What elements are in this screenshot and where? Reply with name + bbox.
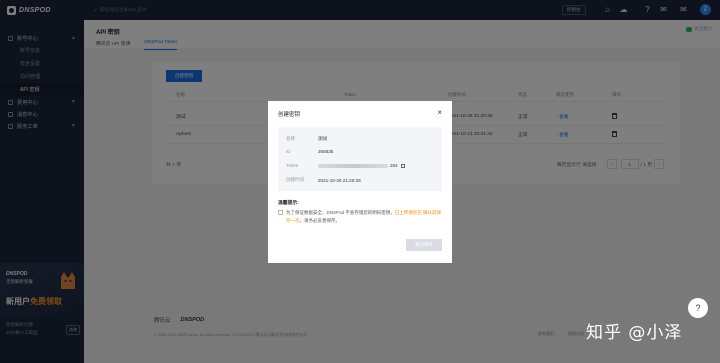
close-icon[interactable]: × <box>437 108 442 117</box>
warning-title: 温馨提示: <box>278 201 299 206</box>
confirm-saved-button[interactable]: 我已保存 <box>406 239 442 251</box>
confirm-checkbox[interactable] <box>278 210 283 215</box>
create-key-dialog: 创建密钥 × 名称 测试 ID 266835 Token 264 创建时间 2021-1… <box>268 101 452 263</box>
info-row-created: 创建时间 2021-10-26 21:20:28 <box>286 177 361 183</box>
token-redacted <box>318 163 388 168</box>
info-row-name: 名称 测试 <box>286 136 328 141</box>
dialog-title: 创建密钥 <box>278 112 301 118</box>
copy-icon[interactable] <box>400 163 405 168</box>
warning-text: 为了保证数据安全，DNSPod 不会存储您的明码密钥，已上传请您在 确认前保存一… <box>286 210 442 223</box>
info-row-token: Token 264 <box>286 163 405 168</box>
key-info-box: 名称 测试 ID 266835 Token 264 创建时间 2021-10-26 21… <box>278 127 442 191</box>
warning-confirm[interactable]: 为了保证数据安全，DNSPod 不会存储您的明码密钥，已上传请您在 确认前保存一… <box>278 209 444 225</box>
watermark: 知乎 @小泽 <box>586 323 683 343</box>
info-row-id: ID 266835 <box>286 149 334 154</box>
help-float-button[interactable]: ? <box>688 298 708 318</box>
